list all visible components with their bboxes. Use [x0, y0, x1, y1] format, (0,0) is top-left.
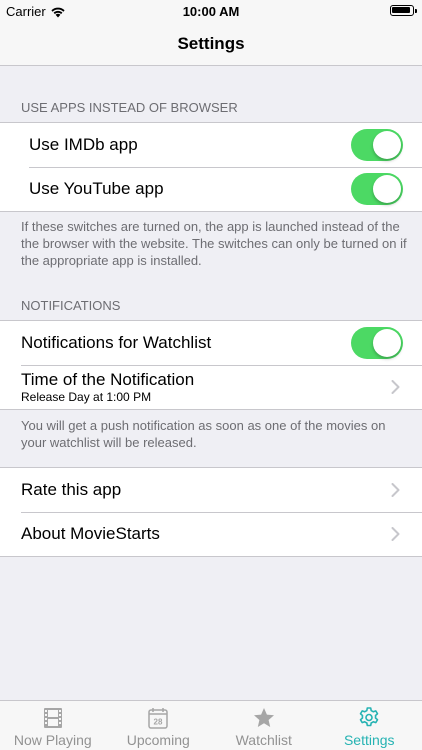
row-label: Rate this app: [21, 480, 122, 499]
section-header-apps: USE APPS INSTEAD OF BROWSER: [21, 100, 238, 115]
misc-group: Rate this app About MovieStarts: [0, 467, 422, 557]
row-use-imdb-app: Use IMDb app: [0, 123, 422, 167]
calendar-day: 28: [154, 718, 163, 727]
tab-label: Upcoming: [126, 732, 190, 748]
row-about[interactable]: About MovieStarts: [0, 512, 422, 556]
apps-footer-text: If these switches are turned on, the app…: [21, 219, 407, 268]
apps-group: Use IMDb app Use YouTube app: [0, 122, 422, 212]
row-notifications-watchlist: Notifications for Watchlist: [0, 321, 422, 365]
toggle-knob: [373, 175, 401, 203]
battery-icon: [390, 5, 417, 16]
page-title: Settings: [177, 33, 245, 53]
tab-settings[interactable]: Settings: [317, 701, 422, 750]
tab-upcoming[interactable]: 28 Upcoming: [106, 701, 212, 750]
row-label: About MovieStarts: [21, 524, 160, 543]
toggle-knob: [373, 329, 401, 357]
tab-label: Now Playing: [13, 732, 92, 748]
gear-icon: [359, 707, 379, 727]
row-rate-app[interactable]: Rate this app: [0, 468, 422, 512]
status-bar: Carrier 10:00 AM: [0, 0, 422, 22]
star-icon: [253, 708, 274, 727]
tab-watchlist[interactable]: Watchlist: [211, 701, 317, 750]
imdb-app-toggle[interactable]: [351, 129, 403, 161]
chevron-right-icon: [391, 380, 400, 394]
toggle-knob: [373, 131, 401, 159]
notification-time-value: Release Day at 1:00 PM: [21, 390, 152, 404]
row-label: Time of the Notification: [21, 370, 195, 389]
tab-now-playing[interactable]: Now Playing: [0, 701, 106, 750]
chevron-right-icon: [391, 483, 400, 497]
row-label: Use IMDb app: [29, 135, 138, 154]
section-header-notifications: NOTIFICATIONS: [21, 298, 121, 313]
tab-label: Watchlist: [235, 732, 292, 748]
row-label: Notifications for Watchlist: [21, 333, 212, 352]
watchlist-notifications-toggle[interactable]: [351, 327, 403, 359]
notifications-group: Notifications for Watchlist Time of the …: [0, 320, 422, 410]
status-time: 10:00 AM: [182, 4, 240, 19]
row-notification-time[interactable]: Time of the Notification Release Day at …: [0, 365, 422, 409]
navigation-bar: Settings: [0, 22, 422, 66]
row-label: Use YouTube app: [29, 179, 164, 198]
youtube-app-toggle[interactable]: [351, 173, 403, 205]
tab-bar: Now Playing 28 Upcoming Watchlist Settin…: [0, 700, 422, 750]
notifications-footer-text: You will get a push notification as soon…: [21, 418, 386, 450]
film-icon: [43, 708, 62, 728]
chevron-right-icon: [391, 527, 400, 541]
calendar-icon: 28: [148, 708, 168, 729]
row-use-youtube-app: Use YouTube app: [0, 167, 422, 211]
tab-label: Settings: [343, 732, 395, 748]
